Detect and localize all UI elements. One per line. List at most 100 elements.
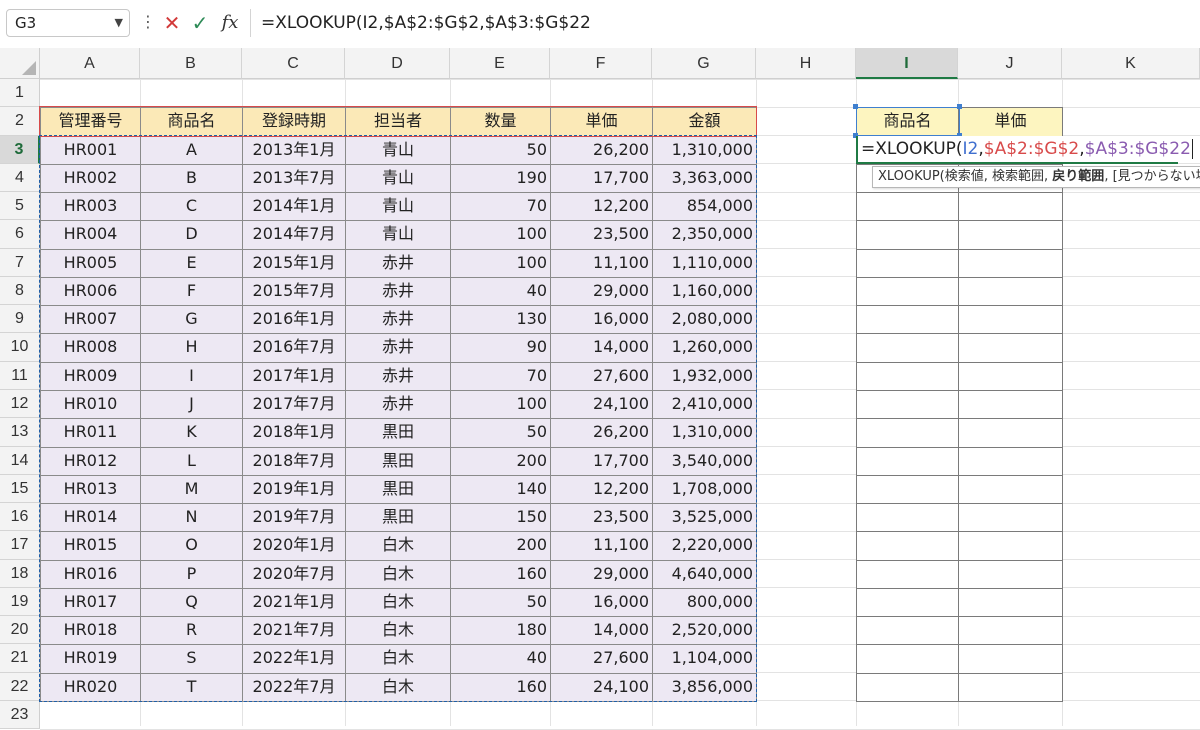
lookup-cell[interactable]: [856, 361, 959, 391]
table-cell[interactable]: 90: [450, 333, 551, 363]
row-header-3[interactable]: 3: [0, 135, 40, 164]
table-cell[interactable]: HR018: [40, 616, 141, 646]
enter-check-icon[interactable]: ✓: [186, 9, 214, 37]
table-cell[interactable]: 100: [450, 248, 551, 278]
table-cell[interactable]: 2019年1月: [242, 474, 346, 505]
lookup-cell[interactable]: [856, 192, 959, 222]
lookup-cell[interactable]: [856, 559, 959, 589]
row-header-13[interactable]: 13: [0, 418, 40, 447]
lookup-cell[interactable]: [856, 503, 959, 533]
table-cell[interactable]: HR013: [40, 474, 141, 505]
lookup-cell[interactable]: [958, 531, 1063, 561]
table-cell[interactable]: 70: [450, 361, 551, 391]
table-cell[interactable]: 黒田: [345, 418, 451, 448]
table-cell[interactable]: 2,220,000: [652, 531, 757, 561]
table-cell[interactable]: 1,310,000: [652, 418, 757, 448]
row-header-11[interactable]: 11: [0, 361, 40, 390]
lookup-cell[interactable]: [958, 418, 1063, 448]
table-cell[interactable]: F: [140, 276, 243, 307]
table-cell[interactable]: HR020: [40, 672, 141, 702]
lookup-cell[interactable]: [958, 503, 1063, 533]
table-cell[interactable]: HR005: [40, 248, 141, 278]
table-cell[interactable]: J: [140, 389, 243, 420]
function-tooltip[interactable]: XLOOKUP(検索値, 検索範囲, 戻り範囲, [見つからない場合]: [872, 166, 1200, 188]
table-cell[interactable]: 赤井: [345, 276, 451, 307]
table-cell[interactable]: 190: [450, 163, 551, 194]
table-cell[interactable]: 白木: [345, 644, 451, 674]
table-cell[interactable]: HR006: [40, 276, 141, 307]
name-box[interactable]: G3 ▼: [6, 9, 130, 37]
row-header-22[interactable]: 22: [0, 672, 40, 701]
table-cell[interactable]: 11,100: [550, 248, 653, 278]
lookup-cell[interactable]: [856, 333, 959, 363]
table-cell[interactable]: 24,100: [550, 672, 653, 702]
row-header-7[interactable]: 7: [0, 248, 40, 277]
table-cell[interactable]: HR010: [40, 389, 141, 420]
table-cell[interactable]: 2013年7月: [242, 163, 346, 194]
table-cell[interactable]: 2,080,000: [652, 305, 757, 335]
table-cell[interactable]: HR003: [40, 192, 141, 222]
lookup-cell[interactable]: [958, 644, 1063, 674]
table-cell[interactable]: 29,000: [550, 276, 653, 307]
lookup-cell[interactable]: [856, 587, 959, 618]
table-cell[interactable]: 3,363,000: [652, 163, 757, 194]
table-cell[interactable]: 青山: [345, 135, 451, 165]
table-cell[interactable]: 白木: [345, 531, 451, 561]
table-cell[interactable]: 2019年7月: [242, 503, 346, 533]
table-cell[interactable]: 40: [450, 644, 551, 674]
row-header-15[interactable]: 15: [0, 474, 40, 504]
table-cell[interactable]: B: [140, 163, 243, 194]
table-cell[interactable]: T: [140, 672, 243, 702]
row-header-12[interactable]: 12: [0, 389, 40, 419]
table-cell[interactable]: 50: [450, 587, 551, 618]
lookup-cell[interactable]: [958, 192, 1063, 222]
table-cell[interactable]: 青山: [345, 192, 451, 222]
table-header-cell[interactable]: 管理番号: [40, 107, 141, 137]
lookup-cell[interactable]: [958, 474, 1063, 505]
column-header-D[interactable]: D: [345, 48, 450, 79]
table-cell[interactable]: 24,100: [550, 389, 653, 420]
lookup-cell[interactable]: [856, 276, 959, 307]
table-cell[interactable]: HR004: [40, 220, 141, 250]
column-header-E[interactable]: E: [450, 48, 550, 79]
table-cell[interactable]: 23,500: [550, 503, 653, 533]
table-cell[interactable]: 2013年1月: [242, 135, 346, 165]
table-cell[interactable]: 100: [450, 220, 551, 250]
chevron-down-icon[interactable]: ▼: [115, 10, 123, 36]
formula-input[interactable]: =XLOOKUP(I2,$A$2:$G$2,$A$3:$G$22: [250, 9, 1194, 37]
lookup-cell[interactable]: [958, 446, 1063, 476]
table-cell[interactable]: HR011: [40, 418, 141, 448]
table-cell[interactable]: 3,525,000: [652, 503, 757, 533]
table-header-cell[interactable]: 商品名: [140, 107, 243, 137]
table-cell[interactable]: 1,310,000: [652, 135, 757, 165]
column-header-I[interactable]: I: [856, 48, 958, 79]
table-cell[interactable]: 2016年1月: [242, 305, 346, 335]
lookup-cell[interactable]: [856, 644, 959, 674]
row-header-1[interactable]: 1: [0, 79, 40, 108]
table-cell[interactable]: 赤井: [345, 305, 451, 335]
table-cell[interactable]: 1,932,000: [652, 361, 757, 391]
table-cell[interactable]: 800,000: [652, 587, 757, 618]
table-cell[interactable]: 3,540,000: [652, 446, 757, 476]
table-cell[interactable]: 50: [450, 418, 551, 448]
table-cell[interactable]: HR015: [40, 531, 141, 561]
table-cell[interactable]: H: [140, 333, 243, 363]
column-header-K[interactable]: K: [1062, 48, 1200, 79]
table-cell[interactable]: HR007: [40, 305, 141, 335]
table-cell[interactable]: 青山: [345, 220, 451, 250]
table-cell[interactable]: 2016年7月: [242, 333, 346, 363]
table-cell[interactable]: 2014年1月: [242, 192, 346, 222]
range-resize-handle[interactable]: [957, 104, 962, 109]
row-header-5[interactable]: 5: [0, 192, 40, 221]
lookup-cell[interactable]: [856, 418, 959, 448]
column-header-B[interactable]: B: [140, 48, 242, 79]
table-cell[interactable]: Q: [140, 587, 243, 618]
lookup-cell[interactable]: [958, 276, 1063, 307]
lookup-cell[interactable]: [958, 559, 1063, 589]
table-cell[interactable]: 200: [450, 531, 551, 561]
table-cell[interactable]: 40: [450, 276, 551, 307]
table-cell[interactable]: 11,100: [550, 531, 653, 561]
lookup-cell[interactable]: [958, 616, 1063, 646]
table-cell[interactable]: HR012: [40, 446, 141, 476]
lookup-cell[interactable]: [958, 587, 1063, 618]
